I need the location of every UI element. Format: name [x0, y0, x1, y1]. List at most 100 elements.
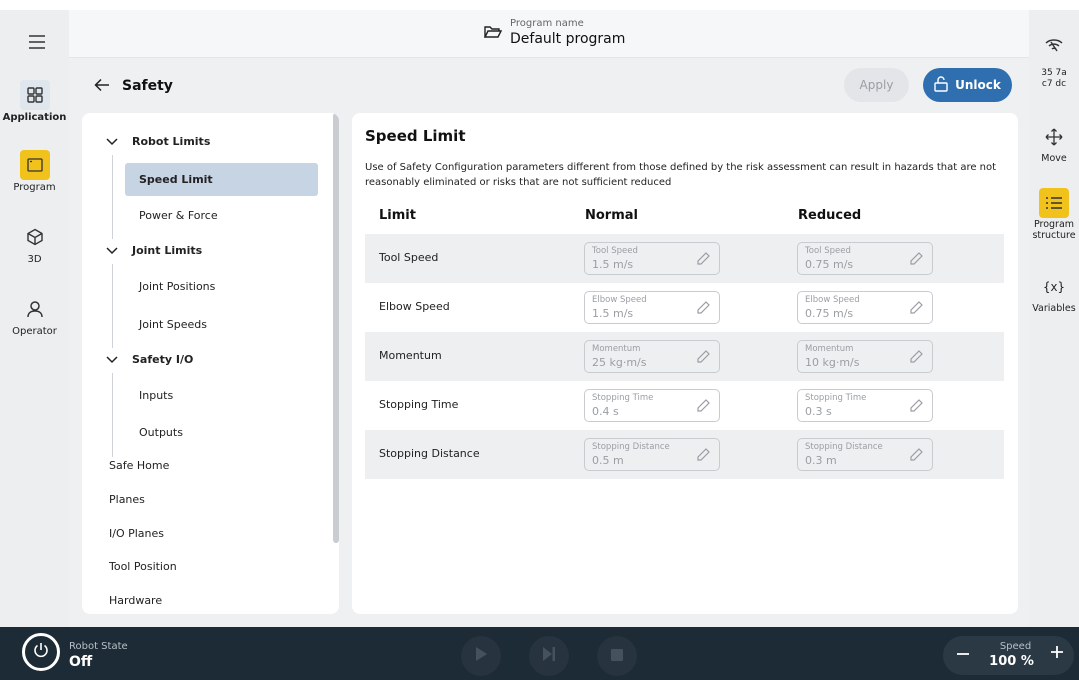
- field-label: Stopping Distance: [592, 442, 670, 452]
- pencil-icon: [908, 300, 924, 320]
- field-value: 0.4 s: [592, 405, 619, 418]
- field-value: 1.5 m/s: [592, 258, 634, 271]
- lock-open-icon: [934, 75, 948, 95]
- page-header: Safety Apply Unlock: [69, 68, 1029, 108]
- speed-increase-button[interactable]: [1050, 641, 1064, 666]
- power-button[interactable]: [22, 633, 60, 671]
- tree-group-label: Joint Limits: [132, 244, 203, 257]
- row-label: Stopping Distance: [379, 447, 480, 460]
- pencil-icon: [908, 398, 924, 418]
- chevron-down-icon: [106, 246, 120, 255]
- right-rail-item-move[interactable]: Move: [1029, 122, 1079, 164]
- column-header-reduced: Reduced: [798, 208, 862, 223]
- stop-button[interactable]: [597, 636, 637, 676]
- apply-button[interactable]: Apply: [844, 68, 909, 102]
- hamburger-menu-icon[interactable]: [27, 32, 47, 52]
- tree-scrollbar[interactable]: [333, 113, 339, 543]
- right-rail-item-variables[interactable]: {x} Variables: [1029, 272, 1079, 315]
- step-forward-icon: [541, 646, 557, 666]
- tree-group-label: Safety I/O: [132, 353, 194, 366]
- rail-item-label: Program: [13, 182, 56, 193]
- tree-item-outputs[interactable]: Outputs: [139, 426, 183, 439]
- speed-decrease-button[interactable]: [956, 643, 970, 668]
- column-header-limit: Limit: [379, 208, 416, 223]
- wifi-signal-icon: [1029, 36, 1079, 54]
- right-rail-label: Variables: [1032, 303, 1076, 314]
- field-label: Momentum: [592, 344, 641, 354]
- network-status[interactable]: [1029, 36, 1079, 54]
- tree-item-hardware[interactable]: Hardware: [109, 594, 162, 607]
- tree-item-inputs[interactable]: Inputs: [139, 389, 173, 402]
- step-button[interactable]: [529, 636, 569, 676]
- table-row: Stopping Time Stopping Time 0.4 s Stoppi…: [365, 381, 1004, 430]
- field-value: 0.75 m/s: [805, 258, 854, 271]
- power-icon: [33, 642, 49, 662]
- play-button[interactable]: [461, 636, 501, 676]
- field-value: 1.5 m/s: [592, 307, 634, 320]
- tree-item-planes[interactable]: Planes: [109, 493, 145, 506]
- field-value: 0.5 m: [592, 454, 624, 467]
- momentum-reduced-field[interactable]: Momentum 10 kg·m/s: [797, 340, 933, 373]
- stopping-time-normal-field[interactable]: Stopping Time 0.4 s: [584, 389, 720, 422]
- speed-value: 100 %: [989, 654, 1034, 669]
- tree-item-safe-home[interactable]: Safe Home: [109, 459, 169, 472]
- move-arrows-icon: [1039, 122, 1069, 152]
- row-label: Momentum: [379, 349, 442, 362]
- pencil-icon: [695, 447, 711, 467]
- cube-icon: [20, 222, 50, 252]
- stopping-time-reduced-field[interactable]: Stopping Time 0.3 s: [797, 389, 933, 422]
- table-row: Stopping Distance Stopping Distance 0.5 …: [365, 430, 1004, 479]
- field-value: 0.3 s: [805, 405, 832, 418]
- rail-item-operator[interactable]: Operator: [0, 294, 69, 337]
- rail-item-label: 3D: [27, 254, 42, 265]
- tool-speed-reduced-field[interactable]: Tool Speed 0.75 m/s: [797, 242, 933, 275]
- tree-group-robot-limits[interactable]: Robot Limits: [106, 135, 210, 148]
- tree-guide-line: [112, 373, 113, 457]
- table-row: Momentum Momentum 25 kg·m/s Momentum 10 …: [365, 332, 1004, 381]
- elbow-speed-normal-field[interactable]: Elbow Speed 1.5 m/s: [584, 291, 720, 324]
- column-header-normal: Normal: [585, 208, 638, 223]
- stopping-distance-reduced-field[interactable]: Stopping Distance 0.3 m: [797, 438, 933, 471]
- speed-limit-panel: Speed Limit Use of Safety Configuration …: [352, 113, 1018, 614]
- tree-item-speed-limit[interactable]: Speed Limit: [139, 173, 213, 186]
- stopping-distance-normal-field[interactable]: Stopping Distance 0.5 m: [584, 438, 720, 471]
- momentum-normal-field[interactable]: Momentum 25 kg·m/s: [584, 340, 720, 373]
- program-name-display[interactable]: Program name Default program: [483, 18, 625, 48]
- right-rail-item-program-structure[interactable]: Program structure: [1029, 188, 1079, 241]
- pencil-icon: [695, 251, 711, 271]
- elbow-speed-reduced-field[interactable]: Elbow Speed 0.75 m/s: [797, 291, 933, 324]
- row-label: Elbow Speed: [379, 300, 450, 313]
- rail-item-application[interactable]: Application: [0, 80, 69, 123]
- program-window-icon: [19, 150, 50, 180]
- field-label: Stopping Distance: [805, 442, 883, 452]
- rail-item-program[interactable]: Program: [0, 150, 69, 193]
- field-value: 0.3 m: [805, 454, 837, 467]
- tool-speed-normal-field[interactable]: Tool Speed 1.5 m/s: [584, 242, 720, 275]
- field-label: Tool Speed: [592, 246, 638, 256]
- field-value: 0.75 m/s: [805, 307, 854, 320]
- tree-item-joint-speeds[interactable]: Joint Speeds: [139, 318, 207, 331]
- unlock-button[interactable]: Unlock: [923, 68, 1012, 102]
- tree-item-tool-position[interactable]: Tool Position: [109, 560, 177, 573]
- tree-group-joint-limits[interactable]: Joint Limits: [106, 244, 202, 257]
- tree-group-safety-io[interactable]: Safety I/O: [106, 353, 193, 366]
- panel-title: Speed Limit: [365, 127, 466, 145]
- tree-guide-line: [112, 264, 113, 348]
- unlock-label: Unlock: [955, 78, 1001, 92]
- rail-item-3d[interactable]: 3D: [0, 222, 69, 265]
- field-value: 25 kg·m/s: [592, 356, 647, 369]
- tree-item-joint-positions[interactable]: Joint Positions: [139, 280, 215, 293]
- tree-item-power-force[interactable]: Power & Force: [139, 209, 218, 222]
- row-label: Tool Speed: [379, 251, 439, 264]
- back-arrow-icon[interactable]: [94, 76, 110, 97]
- folder-open-icon: [483, 24, 503, 43]
- safety-tree-panel: Robot Limits Speed Limit Power & Force J…: [82, 113, 339, 614]
- table-row: Elbow Speed Elbow Speed 1.5 m/s Elbow Sp…: [365, 283, 1004, 332]
- field-label: Stopping Time: [592, 393, 654, 403]
- rail-item-label: Application: [2, 112, 67, 123]
- warning-description: Use of Safety Configuration parameters d…: [365, 162, 997, 188]
- pencil-icon: [695, 349, 711, 369]
- tree-item-io-planes[interactable]: I/O Planes: [109, 527, 164, 540]
- field-label: Stopping Time: [805, 393, 867, 403]
- right-rail: 35 7a c7 dc Move Program structure {x} V…: [1029, 10, 1079, 627]
